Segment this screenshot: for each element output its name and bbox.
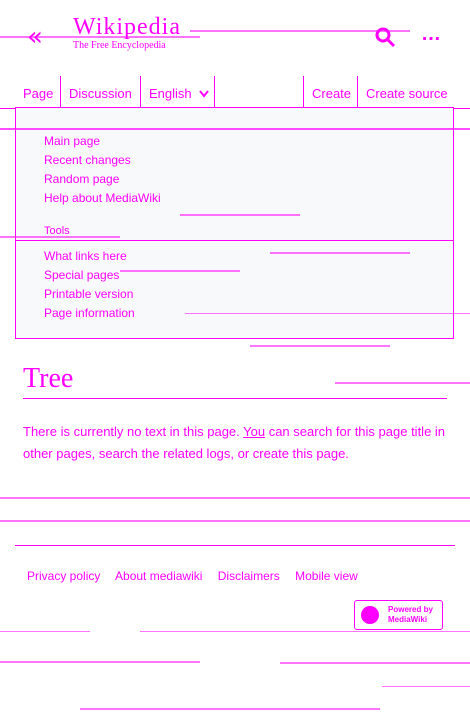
language-label: English bbox=[149, 86, 192, 101]
tab-create-source[interactable]: Create source bbox=[366, 76, 448, 108]
decorative-streak bbox=[0, 128, 470, 130]
menu-item-special-pages[interactable]: Special pages bbox=[44, 268, 119, 282]
tab-divider bbox=[214, 76, 215, 108]
site-header: « Wikipedia The Free Encyclopedia … bbox=[0, 0, 470, 70]
decorative-streak bbox=[335, 382, 470, 384]
decorative-streak bbox=[190, 30, 410, 32]
menu-divider bbox=[16, 240, 453, 241]
powered-by-line2: MediaWiki bbox=[388, 615, 428, 624]
decorative-streak bbox=[270, 252, 410, 254]
tab-divider bbox=[357, 76, 358, 108]
decorative-streak bbox=[0, 631, 90, 632]
tab-create[interactable]: Create bbox=[312, 76, 351, 108]
decorative-streak bbox=[140, 631, 470, 632]
site-tagline: The Free Encyclopedia bbox=[73, 40, 166, 51]
decorative-streak bbox=[0, 36, 200, 38]
no-text-notice: There is currently no text in this page.… bbox=[23, 421, 453, 465]
menu-item-help[interactable]: Help about MediaWiki bbox=[44, 191, 161, 205]
page-title: Tree bbox=[23, 363, 74, 394]
mediawiki-logo-icon bbox=[361, 606, 379, 624]
title-divider bbox=[23, 398, 447, 399]
footer-link-mobile-view[interactable]: Mobile view bbox=[295, 569, 358, 583]
decorative-streak bbox=[120, 270, 240, 272]
tab-discussion[interactable]: Discussion bbox=[69, 76, 132, 108]
menu-item-printable-version[interactable]: Printable version bbox=[44, 287, 133, 301]
decorative-streak bbox=[0, 236, 120, 238]
powered-by-line1: Powered by bbox=[388, 605, 433, 614]
decorative-streak bbox=[0, 497, 470, 499]
main-menu-panel: Main page Recent changes Random page Hel… bbox=[15, 107, 454, 339]
language-selector[interactable]: English bbox=[149, 76, 210, 108]
footer-link-about[interactable]: About mediawiki bbox=[115, 569, 202, 583]
powered-by-mediawiki-badge[interactable]: Powered by MediaWiki bbox=[354, 600, 443, 630]
tab-divider bbox=[140, 76, 141, 108]
footer-links: Privacy policy About mediawiki Disclaime… bbox=[27, 568, 370, 584]
menu-item-main-page[interactable]: Main page bbox=[44, 134, 100, 148]
menu-item-what-links-here[interactable]: What links here bbox=[44, 249, 127, 263]
decorative-streak bbox=[185, 313, 470, 314]
powered-by-text: Powered by MediaWiki bbox=[388, 605, 433, 625]
decorative-streak bbox=[0, 661, 200, 663]
decorative-streak bbox=[0, 520, 470, 522]
footer-link-privacy[interactable]: Privacy policy bbox=[27, 569, 100, 583]
decorative-streak bbox=[250, 345, 390, 347]
notice-text: There is currently no text in this page. bbox=[23, 424, 244, 439]
menu-item-random-page[interactable]: Random page bbox=[44, 172, 119, 186]
decorative-streak bbox=[180, 214, 300, 216]
decorative-streak bbox=[280, 662, 470, 664]
tab-page[interactable]: Page bbox=[23, 76, 53, 108]
menu-item-recent-changes[interactable]: Recent changes bbox=[44, 153, 131, 167]
footer-link-disclaimers[interactable]: Disclaimers bbox=[218, 569, 280, 583]
decorative-streak bbox=[80, 708, 380, 710]
footer-divider bbox=[15, 545, 455, 546]
menu-item-page-information[interactable]: Page information bbox=[44, 306, 135, 320]
you-link[interactable]: You bbox=[243, 424, 265, 439]
tab-divider bbox=[303, 76, 304, 108]
decorative-streak bbox=[382, 686, 470, 687]
page-tabs: Page Discussion English Create Create so… bbox=[0, 76, 470, 109]
more-options-icon[interactable]: … bbox=[421, 24, 442, 44]
tab-divider bbox=[60, 76, 61, 108]
